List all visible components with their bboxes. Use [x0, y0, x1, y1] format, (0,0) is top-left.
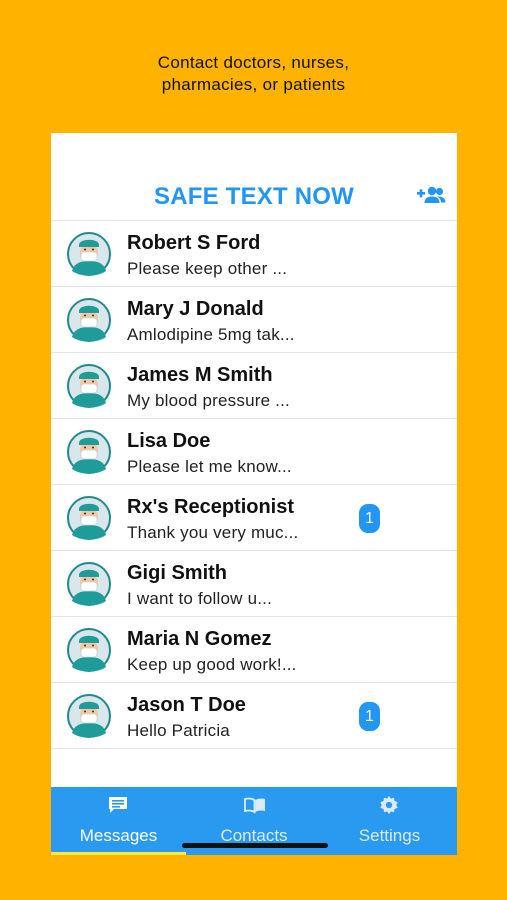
message-preview: Amlodipine 5mg tak...: [127, 325, 295, 344]
conversation-row[interactable]: Gigi Smith I want to follow u...: [51, 551, 457, 617]
tagline-line-2: pharmacies, or patients: [161, 75, 346, 94]
app-title: SAFE TEXT NOW: [154, 183, 354, 210]
phone-screen: SAFE TEXT NOW Robert S Ford Please keep o…: [51, 133, 457, 855]
message-preview: Keep up good work!...: [127, 655, 297, 674]
message-preview: My blood pressure ...: [127, 391, 290, 410]
contact-name: Robert S Ford: [127, 232, 261, 254]
message-preview: Thank you very muc...: [127, 523, 299, 542]
contact-name: Mary J Donald: [127, 298, 264, 320]
message-preview: I want to follow u...: [127, 589, 272, 608]
conversation-list: Robert S Ford Please keep other ... Mary …: [51, 221, 457, 749]
doctor-avatar-icon: [62, 232, 116, 276]
tab-messages[interactable]: Messages: [51, 787, 186, 855]
tab-settings[interactable]: Settings: [322, 787, 457, 855]
add-contact-icon: [417, 186, 446, 203]
tab-label: Settings: [358, 826, 421, 845]
conversation-row[interactable]: James M Smith My blood pressure ...: [51, 353, 457, 419]
doctor-avatar-icon: [62, 628, 116, 672]
conversation-row[interactable]: Lisa Doe Please let me know...: [51, 419, 457, 485]
contact-name: Lisa Doe: [127, 430, 211, 452]
contact-name: Rx's Receptionist: [127, 496, 295, 518]
unread-badge: 1: [359, 504, 380, 533]
doctor-avatar-icon: [62, 298, 116, 342]
message-preview: Please let me know...: [127, 457, 292, 476]
contact-name: James M Smith: [127, 364, 273, 386]
conversation-row[interactable]: Jason T Doe Hello Patricia 1: [51, 683, 457, 749]
contact-name: Gigi Smith: [127, 562, 227, 584]
tagline: Contact doctors, nurses, pharmacies, or …: [0, 52, 507, 96]
tab-label: Messages: [79, 826, 158, 845]
add-contact-button[interactable]: [415, 185, 447, 207]
message-preview: Please keep other ...: [127, 259, 288, 278]
conversation-row[interactable]: Rx's Receptionist Thank you very muc... 1: [51, 485, 457, 551]
doctor-avatar-icon: [62, 694, 116, 738]
conversation-row[interactable]: Maria N Gomez Keep up good work!...: [51, 617, 457, 683]
doctor-avatar-icon: [62, 562, 116, 606]
active-tab-indicator: [51, 852, 186, 855]
doctor-avatar-icon: [62, 364, 116, 408]
navigation-bar: SAFE TEXT NOW: [51, 133, 457, 221]
contact-name: Jason T Doe: [127, 694, 246, 716]
home-indicator: [182, 843, 328, 848]
conversation-row[interactable]: Robert S Ford Please keep other ...: [51, 221, 457, 287]
message-preview: Hello Patricia: [127, 721, 230, 740]
tagline-line-1: Contact doctors, nurses,: [157, 53, 350, 72]
doctor-avatar-icon: [62, 430, 116, 474]
contact-name: Maria N Gomez: [127, 628, 272, 650]
conversation-row[interactable]: Mary J Donald Amlodipine 5mg tak...: [51, 287, 457, 353]
unread-badge: 1: [359, 702, 380, 731]
doctor-avatar-icon: [62, 496, 116, 540]
